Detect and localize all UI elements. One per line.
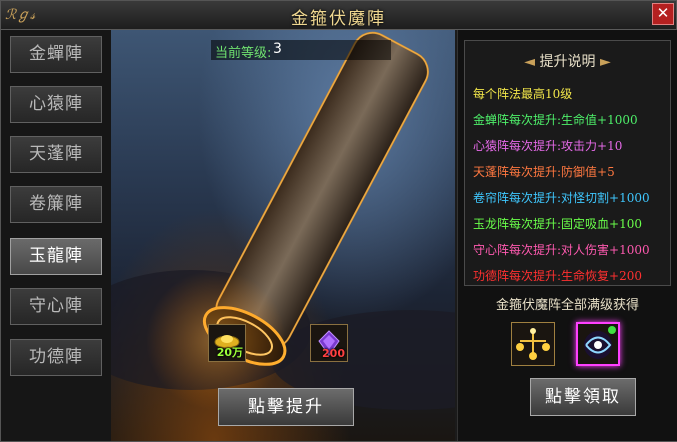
formation-scene: 当前等级: 3 20万 200 點擊提升	[111, 30, 455, 441]
sidebar-item-tianpeng[interactable]: 天蓬陣	[10, 136, 102, 173]
cost-item-gold[interactable]: 20万	[208, 324, 246, 362]
upgrade-button[interactable]: 點擊提升	[218, 388, 354, 426]
claim-button[interactable]: 點擊領取	[530, 378, 636, 416]
sidebar-item-jinchan[interactable]: 金蟬陣	[10, 36, 102, 73]
sidebar-item-shouxin[interactable]: 守心陣	[10, 288, 102, 325]
rule-line: 天蓬阵每次提升:防御值+5	[473, 165, 615, 179]
reward-heading: 金箍伏魔阵全部满级获得	[495, 298, 639, 313]
info-title: ◄ 提升说明 ►	[465, 51, 670, 71]
golden-lamps-icon	[516, 328, 550, 360]
close-button[interactable]: ✕	[652, 3, 674, 25]
window-title: 金箍伏魔陣	[291, 9, 386, 29]
info-title-text: 提升说明	[539, 54, 596, 70]
swirl-orb-icon	[584, 326, 616, 359]
rule-line: 玉龙阵每次提升:固定吸血+100	[473, 217, 643, 231]
title-ornament-right: ►	[599, 54, 611, 70]
title-ornament-left: ◄	[524, 54, 540, 70]
rule-line: 金蝉阵每次提升:生命值+1000	[473, 113, 638, 127]
gold-cost: 20万	[216, 346, 243, 359]
upgrade-info-panel: ◄ 提升说明 ► 每个阵法最高10级 金蝉阵每次提升:生命值+1000 心猿阵每…	[464, 40, 671, 286]
rule-line: 功德阵每次提升:生命恢复+200	[473, 269, 643, 283]
rule-line: 守心阵每次提升:对人伤害+1000	[473, 243, 650, 257]
scroll-illustration	[111, 31, 455, 410]
current-level: 当前等级: 3	[211, 40, 391, 61]
rule-line: 每个阵法最高10级	[473, 87, 573, 101]
sidebar-item-xinyuan[interactable]: 心猿陣	[10, 86, 102, 123]
reward-item-lamps[interactable]	[511, 322, 555, 366]
sidebar-item-yulong[interactable]: 玉龍陣	[10, 238, 102, 275]
rule-line: 卷帘阵每次提升:对怪切割+1000	[473, 191, 650, 205]
level-label: 当前等级:	[215, 46, 272, 61]
sidebar-item-gongde[interactable]: 功德陣	[10, 339, 102, 376]
cost-item-crystal[interactable]: 200	[310, 324, 348, 362]
formation-sidebar: 金蟬陣 心猿陣 天蓬陣 卷簾陣 玉龍陣 守心陣 功德陣	[1, 30, 111, 441]
title-bar: ℛℊ𝓈 金箍伏魔陣 ✕	[1, 1, 676, 30]
sidebar-item-juanlian[interactable]: 卷簾陣	[10, 186, 102, 223]
crystal-cost: 200	[322, 347, 345, 360]
info-column: ◄ 提升说明 ► 每个阵法最高10级 金蝉阵每次提升:生命值+1000 心猿阵每…	[457, 30, 677, 441]
reward-item-orb[interactable]	[576, 322, 620, 366]
game-window: ℛℊ𝓈 金箍伏魔陣 ✕ 金蟬陣 心猿陣 天蓬陣 卷簾陣 玉龍陣 守心陣 功德陣	[0, 0, 677, 442]
level-value: 3	[273, 41, 282, 57]
rule-line: 心猿阵每次提升:攻击力+10	[473, 139, 623, 153]
